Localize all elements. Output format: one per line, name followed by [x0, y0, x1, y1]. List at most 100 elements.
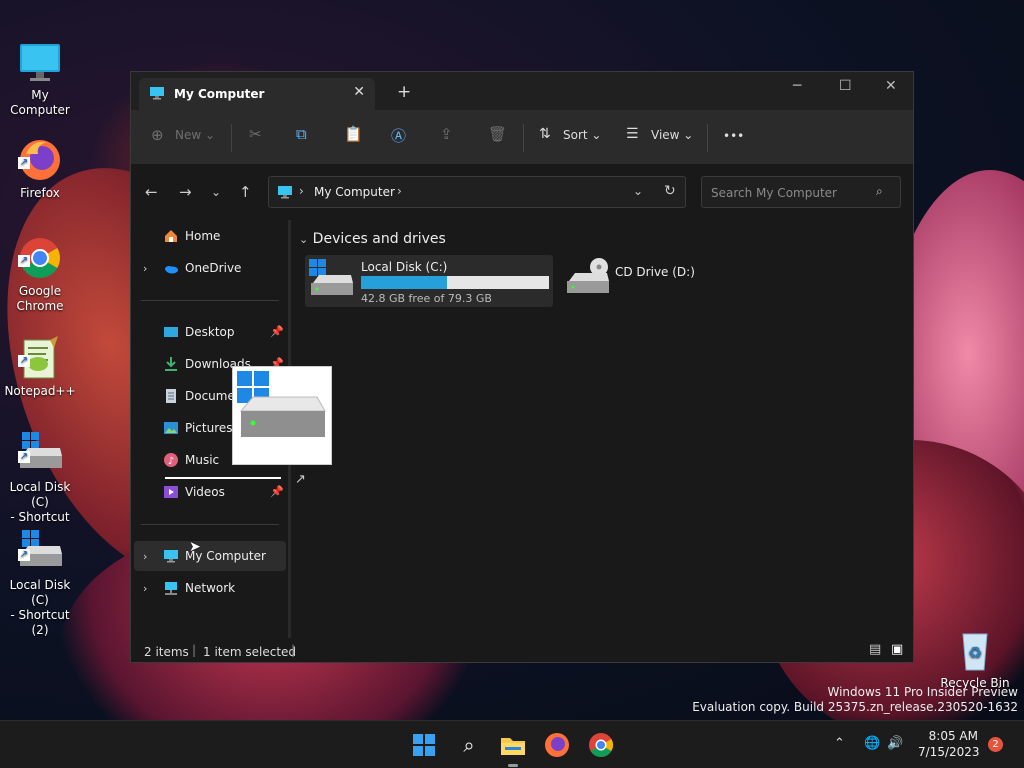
- content-pane: ⌄ Devices and drives Local Disk (C:) 42.…: [293, 220, 913, 638]
- sidebar-item-network[interactable]: Network: [163, 577, 287, 599]
- drive-name: CD Drive (D:): [615, 265, 695, 279]
- tab-my-computer[interactable]: My Computer ✕: [139, 78, 375, 110]
- desktop-icon-my-computer[interactable]: My Computer: [0, 8, 80, 118]
- sidebar-divider: [141, 524, 279, 525]
- notepadpp-icon: ↗: [16, 319, 64, 379]
- new-button[interactable]: New ⌄: [175, 128, 215, 142]
- taskbar: ⌕ ⌃ 🌐 🔊 8:05 AM 7/15/2023 2: [0, 720, 1024, 768]
- drive-tile-cd-drive-d[interactable]: CD Drive (D:): [563, 255, 733, 307]
- shortcut-arrow-icon: ↗: [18, 255, 30, 267]
- sidebar-item-videos[interactable]: Videos 📌: [163, 481, 287, 503]
- network-globe-icon[interactable]: 🌐: [864, 736, 880, 751]
- sidebar-item-label: Docume: [185, 389, 235, 403]
- videos-icon: [163, 484, 179, 500]
- paste-icon[interactable]: 📋: [344, 125, 363, 143]
- hard-drive-icon: ↗: [16, 513, 64, 566]
- recent-locations-chevron-icon[interactable]: ⌄: [211, 185, 221, 199]
- drag-link-arrow-icon: ↗: [295, 472, 306, 487]
- rename-icon[interactable]: Ⓐ: [391, 125, 406, 146]
- search-box[interactable]: ⌕: [701, 176, 901, 208]
- clock[interactable]: 8:05 AM 7/15/2023: [918, 728, 980, 760]
- file-explorer-taskbar-icon[interactable]: [499, 731, 527, 759]
- address-bar[interactable]: › My Computer › ⌄ ↻: [268, 176, 686, 208]
- desktop-icon-label: Firefox: [20, 186, 60, 200]
- expand-chevron-icon[interactable]: ›: [143, 262, 147, 275]
- search-icon[interactable]: ⌕: [876, 184, 883, 199]
- pictures-icon: [163, 420, 179, 436]
- search-input[interactable]: [709, 184, 873, 202]
- tab-title: My Computer: [174, 87, 265, 101]
- up-arrow-icon[interactable]: ↑: [239, 183, 252, 201]
- close-tab-icon[interactable]: ✕: [353, 84, 365, 100]
- toolbar-divider: [523, 124, 524, 152]
- close-window-button[interactable]: ✕: [885, 78, 897, 94]
- group-header-devices-and-drives[interactable]: ⌄ Devices and drives: [299, 231, 446, 247]
- volume-icon[interactable]: 🔊: [887, 736, 903, 751]
- minimize-button[interactable]: ─: [793, 78, 801, 94]
- notification-badge[interactable]: 2: [988, 737, 1003, 752]
- title-bar: My Computer ✕ + ─ ☐ ✕: [131, 72, 913, 110]
- new-label: New: [175, 128, 202, 142]
- group-title: Devices and drives: [312, 231, 446, 247]
- sidebar-item-label: Home: [185, 229, 221, 243]
- start-button[interactable]: [410, 731, 438, 759]
- sidebar-item-label: OneDrive: [185, 261, 242, 275]
- desktop-icon-notepadpp[interactable]: ↗ Notepad++: [0, 304, 80, 399]
- sidebar-item-my-computer[interactable]: My Computer: [163, 545, 287, 567]
- hard-drive-icon: [237, 371, 329, 447]
- expand-chevron-icon[interactable]: ›: [143, 582, 147, 595]
- drag-preview-local-disk: [232, 366, 332, 465]
- address-path[interactable]: My Computer: [314, 185, 395, 199]
- status-divider: |: [192, 643, 197, 657]
- expand-chevron-icon[interactable]: ›: [143, 550, 147, 563]
- tiles-view-icon[interactable]: ▣: [891, 642, 903, 657]
- new-icon: ⊕: [151, 126, 164, 144]
- pin-icon[interactable]: 📌: [270, 325, 284, 338]
- see-more-button[interactable]: •••: [723, 129, 744, 143]
- home-icon: [163, 228, 179, 244]
- sidebar-item-onedrive[interactable]: OneDrive: [163, 257, 287, 279]
- delete-icon[interactable]: 🗑: [488, 125, 507, 143]
- breadcrumb-chevron-icon: ›: [299, 184, 304, 198]
- svg-text:♻: ♻: [968, 643, 982, 662]
- show-hidden-icons-chevron-icon[interactable]: ⌃: [834, 736, 845, 751]
- watermark-line: Evaluation copy. Build 25375.zn_release.…: [692, 700, 1018, 714]
- monitor-icon: [16, 23, 64, 81]
- sidebar-item-home[interactable]: Home: [163, 225, 287, 247]
- pin-icon[interactable]: 📌: [270, 485, 284, 498]
- desktop-icon-recycle-bin[interactable]: ♻ Recycle Bin: [935, 596, 1015, 691]
- shortcut-arrow-icon: ↗: [18, 157, 30, 169]
- address-dropdown-icon[interactable]: ⌄: [633, 184, 643, 198]
- hard-drive-icon: [309, 259, 355, 303]
- desktop-icon-local-disk-shortcut-2[interactable]: ↗ Local Disk (C) - Shortcut (2): [0, 498, 80, 638]
- status-bar: 2 items | 1 item selected | ▤ ▣: [131, 638, 913, 662]
- copy-icon[interactable]: ⧉: [296, 125, 307, 143]
- music-icon: ♪: [163, 452, 179, 468]
- desktop-icon-chrome[interactable]: ↗ Google Chrome: [0, 204, 80, 314]
- share-icon[interactable]: ⇪: [440, 125, 453, 143]
- sort-button[interactable]: Sort ⌄: [563, 128, 601, 142]
- drive-usage-bar: [361, 276, 549, 289]
- chrome-taskbar-icon[interactable]: [587, 731, 615, 759]
- cut-icon[interactable]: ✂: [249, 125, 262, 143]
- view-button[interactable]: View ⌄: [651, 128, 693, 142]
- view-icon: ☰: [626, 126, 639, 142]
- details-view-icon[interactable]: ▤: [869, 642, 881, 657]
- search-taskbar-icon[interactable]: ⌕: [455, 731, 483, 759]
- mouse-cursor-icon: ➤: [189, 539, 201, 555]
- firefox-taskbar-icon[interactable]: [543, 731, 571, 759]
- desktop-icon-firefox[interactable]: ↗ Firefox: [0, 106, 80, 201]
- drive-tile-local-disk-c[interactable]: Local Disk (C:) 42.8 GB free of 79.3 GB: [305, 255, 553, 307]
- sidebar-item-desktop[interactable]: Desktop 📌: [163, 321, 287, 343]
- refresh-icon[interactable]: ↻: [664, 183, 676, 199]
- collapse-chevron-icon: ⌄: [299, 233, 309, 246]
- forward-arrow-icon[interactable]: →: [179, 183, 192, 201]
- maximize-button[interactable]: ☐: [839, 78, 852, 94]
- breadcrumb-chevron-icon[interactable]: ›: [397, 184, 402, 198]
- monitor-icon: [163, 548, 179, 564]
- sidebar-item-label: Desktop: [185, 325, 235, 339]
- back-arrow-icon[interactable]: ←: [145, 183, 158, 201]
- new-tab-button[interactable]: +: [397, 82, 411, 102]
- sort-icon: ⇅: [539, 126, 551, 142]
- clock-time: 8:05 AM: [928, 729, 978, 743]
